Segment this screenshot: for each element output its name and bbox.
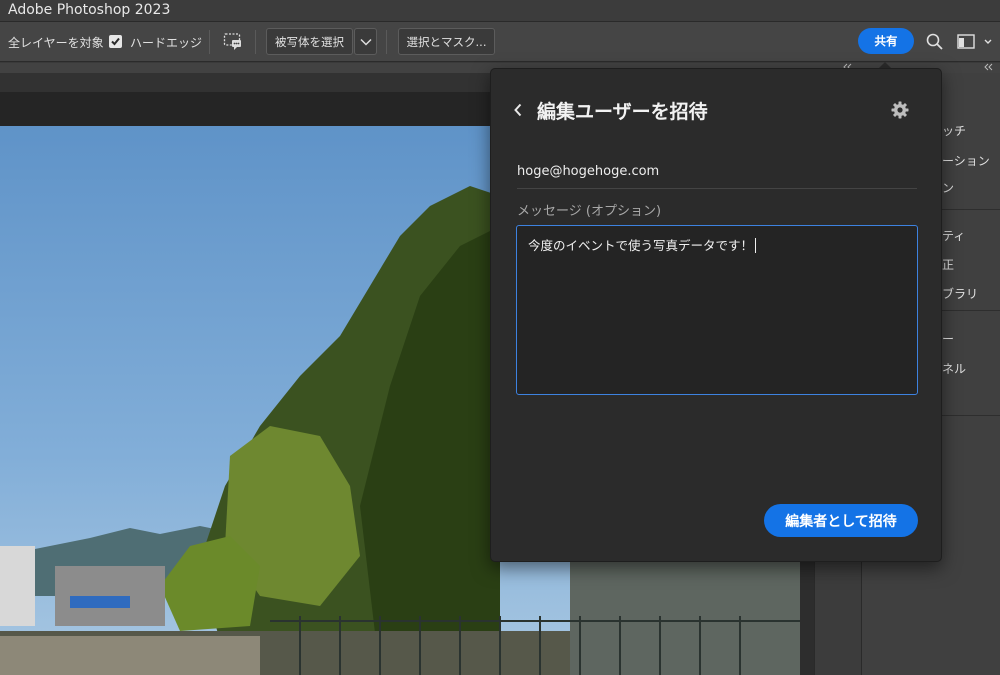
toolbar-divider	[209, 30, 210, 54]
hard-edge-label: ハードエッジ	[130, 36, 203, 50]
select-subject-dropdown[interactable]	[354, 28, 377, 55]
message-text: 今度のイベントで使う写真データです！	[528, 238, 754, 253]
panel-item[interactable]: ー	[942, 330, 954, 347]
email-field[interactable]: hoge@hogehoge.com	[517, 161, 917, 189]
popover-title: 編集ユーザーを招待	[537, 101, 708, 123]
collapse-icon[interactable]	[984, 63, 994, 71]
panel-item[interactable]: ティ	[942, 227, 965, 244]
back-chevron-icon[interactable]	[513, 102, 523, 121]
checkbox-checked-icon	[111, 37, 120, 46]
panel-item[interactable]: ブラリ	[942, 285, 978, 302]
panel-item[interactable]: ネル	[942, 360, 966, 377]
title-bar: Adobe Photoshop 2023	[0, 0, 1000, 22]
panel-item[interactable]: ッチ	[942, 122, 966, 139]
panel-item[interactable]: 正	[942, 256, 954, 273]
panel-item[interactable]: ーション	[942, 152, 990, 169]
hard-edge-checkbox[interactable]	[109, 35, 122, 48]
photoshop-window: Adobe Photoshop 2023 全レイヤーを対象 ハードエッジ 被写体…	[0, 0, 1000, 675]
message-textarea[interactable]: 今度のイベントで使う写真データです！	[516, 225, 918, 395]
app-title: Adobe Photoshop 2023	[8, 2, 171, 18]
select-and-mask-button[interactable]: 選択とマスク...	[398, 28, 495, 55]
text-caret	[755, 238, 757, 253]
toolbar-divider	[386, 30, 387, 54]
toolbar-divider	[255, 30, 256, 54]
panel-item[interactable]: ン	[942, 179, 954, 196]
chevron-down-icon	[359, 38, 372, 46]
select-subject-button[interactable]: 被写体を選択	[266, 28, 353, 55]
share-button[interactable]: 共有	[858, 28, 914, 54]
workspace-icon[interactable]	[957, 34, 993, 54]
speech-bubble-icon[interactable]	[223, 32, 243, 56]
invite-as-editor-button[interactable]: 編集者として招待	[764, 504, 918, 537]
search-icon[interactable]	[926, 33, 943, 54]
options-bar: 全レイヤーを対象 ハードエッジ 被写体を選択 選択とマスク... 共有	[0, 22, 1000, 62]
message-label: メッセージ (オプション)	[517, 204, 662, 219]
sample-all-layers-label[interactable]: 全レイヤーを対象	[8, 34, 104, 51]
invite-editor-popover: 編集ユーザーを招待 hoge@hogehoge.com メッセージ (オプション…	[490, 68, 942, 562]
gear-icon[interactable]	[891, 101, 909, 123]
